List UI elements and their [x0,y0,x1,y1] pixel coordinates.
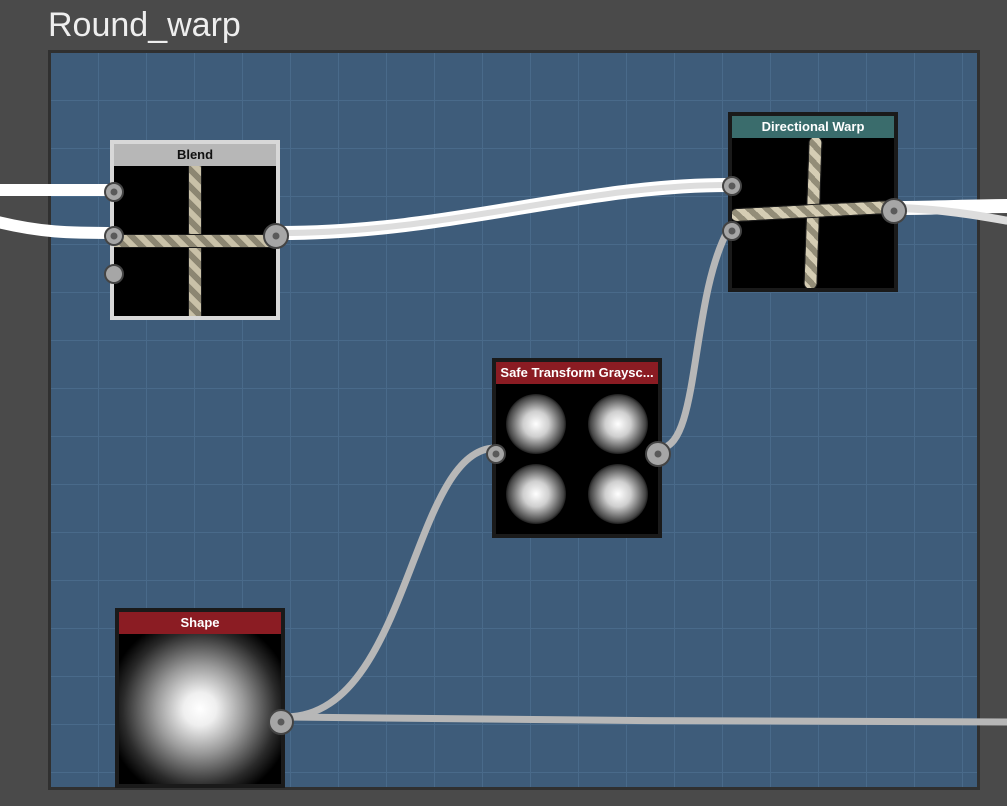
input-port-2[interactable] [104,226,124,246]
output-port[interactable] [645,441,671,467]
node-shape-header: Shape [119,612,281,634]
node-blend[interactable]: Blend [110,140,280,320]
output-port[interactable] [263,223,289,249]
node-safe-transform-grayscale[interactable]: Safe Transform Graysc... [492,358,662,538]
node-safe-transform-preview [496,384,658,534]
radial-gradient-icon [119,634,281,784]
input-port-1[interactable] [722,176,742,196]
input-port-1[interactable] [104,182,124,202]
node-blend-header: Blend [114,144,276,166]
node-safe-transform-header: Safe Transform Graysc... [496,362,658,384]
output-port[interactable] [881,198,907,224]
frame-title: Round_warp [48,6,241,45]
node-directional-warp-preview [732,138,894,288]
node-shape-preview [119,634,281,784]
preview-rope-horizontal-icon [114,234,276,248]
output-port[interactable] [268,709,294,735]
node-blend-preview [114,166,276,316]
blob-icon [506,394,566,454]
node-directional-warp[interactable]: Directional Warp [728,112,898,292]
node-shape[interactable]: Shape [115,608,285,788]
input-port-3[interactable] [104,264,124,284]
blob-icon [588,394,648,454]
input-port[interactable] [486,444,506,464]
input-port-2[interactable] [722,221,742,241]
node-directional-warp-header: Directional Warp [732,116,894,138]
blob-icon [506,464,566,524]
blob-icon [588,464,648,524]
